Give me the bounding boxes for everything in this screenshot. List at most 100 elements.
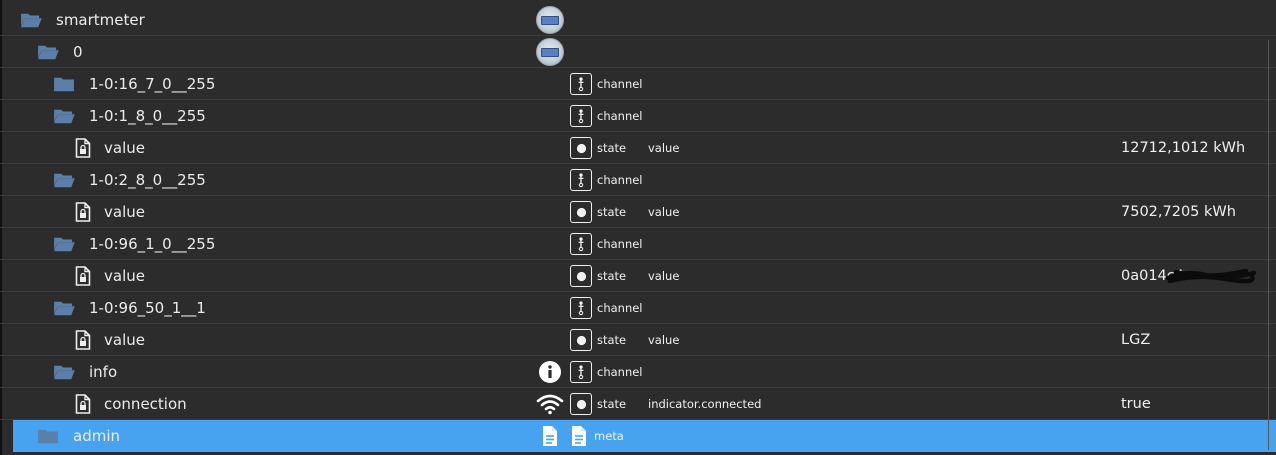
folder-open-icon[interactable] [53, 107, 75, 125]
document-icon [543, 426, 557, 446]
object-type: channel [597, 365, 643, 379]
tree-row[interactable]: value state value 12712,1012 kWh [0, 132, 1276, 164]
folder-open-icon[interactable] [53, 235, 75, 253]
folder-open-icon[interactable] [37, 43, 59, 61]
tree-row[interactable]: 1-0:1_8_0__255 channel [0, 100, 1276, 132]
tree-row[interactable]: 1-0:2_8_0__255 channel [0, 164, 1276, 196]
object-type: channel [597, 237, 643, 251]
object-type: channel [597, 301, 643, 315]
tree-row[interactable]: value state value LGZ [0, 324, 1276, 356]
object-browser: smartmeter 0 1-0:16_7_0__255 channel 1-0:1_8… [0, 0, 1276, 455]
folder-open-icon[interactable] [20, 11, 42, 29]
node-name: info [89, 363, 118, 381]
meter-image-icon [536, 6, 564, 34]
state-type-icon [570, 265, 592, 287]
object-type-cell: state [570, 196, 626, 228]
tree-node[interactable]: admin [37, 420, 120, 452]
channel-type-icon [570, 73, 592, 95]
tree-row[interactable]: 1-0:96_1_0__255 channel [0, 228, 1276, 260]
tree-row[interactable]: value state value 0a014c4 [0, 260, 1276, 292]
tree-node[interactable]: 1-0:2_8_0__255 [53, 164, 206, 196]
tree-node[interactable]: info [53, 356, 117, 388]
locked-file-icon [75, 266, 91, 286]
state-type-icon [570, 393, 592, 415]
object-role: value [648, 205, 680, 219]
object-value-cell[interactable]: LGZ [1121, 324, 1150, 356]
folder-open-icon[interactable] [53, 171, 75, 189]
tree-row[interactable]: 1-0:96_50_1__1 channel [0, 292, 1276, 324]
object-type-cell: channel [570, 292, 643, 324]
channel-type-icon [570, 169, 592, 191]
scrollbar[interactable] [1268, 40, 1276, 450]
state-type-icon [570, 329, 592, 351]
tree-row[interactable]: 1-0:16_7_0__255 channel [0, 68, 1276, 100]
channel-type-icon [570, 297, 592, 319]
tree-node[interactable]: value [75, 132, 145, 164]
folder-open-icon[interactable] [53, 363, 75, 381]
tree-row[interactable]: value state value 7502,7205 kWh [0, 196, 1276, 228]
object-type-cell: state [570, 260, 626, 292]
object-type: channel [597, 173, 643, 187]
tree-row[interactable]: admin meta [13, 420, 1276, 452]
object-value[interactable]: true [1121, 396, 1151, 412]
tree-node[interactable]: value [75, 196, 145, 228]
object-type: meta [594, 429, 624, 443]
object-type-cell: channel [570, 68, 643, 100]
object-value-cell[interactable]: true [1121, 388, 1151, 420]
tree-row[interactable]: connection state indicator.connected true [0, 388, 1276, 420]
tree-node[interactable]: smartmeter [20, 4, 145, 36]
object-role-cell: value [648, 132, 679, 164]
tree-node[interactable]: 1-0:96_1_0__255 [53, 228, 215, 260]
channel-type-icon [570, 105, 592, 127]
node-name: 1-0:1_8_0__255 [89, 107, 206, 125]
object-role-cell: value [648, 324, 679, 356]
state-type-icon [570, 137, 592, 159]
channel-type-icon [570, 361, 592, 383]
folder-icon[interactable] [37, 427, 59, 445]
object-type: state [597, 333, 627, 347]
node-name: 1-0:2_8_0__255 [89, 171, 206, 189]
object-icon-cell [536, 4, 564, 36]
tree-node[interactable]: 0 [37, 36, 83, 68]
object-value[interactable]: 7502,7205 kWh [1121, 204, 1236, 220]
object-role: value [648, 141, 680, 155]
node-name: value [104, 331, 145, 349]
tree-node[interactable]: value [75, 260, 145, 292]
folder-icon[interactable] [53, 75, 75, 93]
object-icon-cell [538, 356, 562, 388]
object-type-cell: state [570, 132, 626, 164]
locked-file-icon [75, 202, 91, 222]
tree-node[interactable]: 1-0:16_7_0__255 [53, 68, 215, 100]
object-type: channel [597, 77, 643, 91]
object-value[interactable]: LGZ [1121, 332, 1150, 348]
node-name: connection [104, 395, 187, 413]
tree-node[interactable]: 1-0:96_50_1__1 [53, 292, 206, 324]
node-name: admin [73, 427, 120, 445]
object-type-cell: state [570, 324, 626, 356]
object-role-cell: indicator.connected [648, 388, 761, 420]
locked-file-icon [75, 394, 91, 414]
node-name: value [104, 139, 145, 157]
locked-file-icon [75, 330, 91, 350]
node-name: value [104, 267, 145, 285]
tree-row[interactable]: info channel [0, 356, 1276, 388]
object-value[interactable]: 12712,1012 kWh [1121, 140, 1245, 156]
object-role: value [648, 269, 680, 283]
redaction-scribble [1166, 268, 1256, 284]
tree-row[interactable]: smartmeter [0, 4, 1276, 36]
tree-node[interactable]: 1-0:1_8_0__255 [53, 100, 206, 132]
tree-row[interactable]: 0 [0, 36, 1276, 68]
state-type-icon [570, 201, 592, 223]
tree-node[interactable]: connection [75, 388, 187, 420]
object-type-cell: state [570, 388, 626, 420]
object-value-cell[interactable]: 12712,1012 kWh [1121, 132, 1245, 164]
folder-open-icon[interactable] [53, 299, 75, 317]
object-type-cell: channel [570, 228, 643, 260]
wifi-icon [536, 394, 564, 415]
object-role-cell: value [648, 260, 679, 292]
object-type: state [597, 205, 627, 219]
object-tree: smartmeter 0 1-0:16_7_0__255 channel 1-0:1_8… [0, 4, 1276, 452]
object-value-cell[interactable]: 7502,7205 kWh [1121, 196, 1236, 228]
tree-node[interactable]: value [75, 324, 145, 356]
object-type: state [597, 141, 627, 155]
